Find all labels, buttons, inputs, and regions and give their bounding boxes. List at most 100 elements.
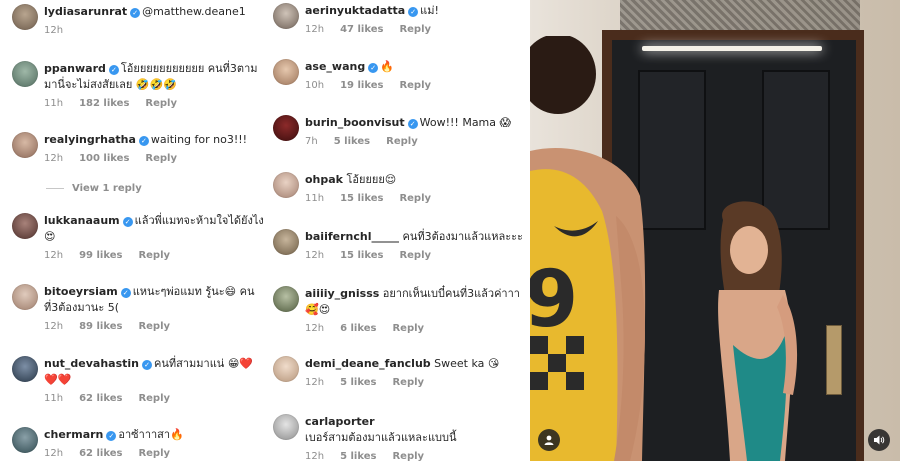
comment-username[interactable]: ohpak [305, 173, 343, 186]
reply-button[interactable]: Reply [392, 451, 424, 461]
like-count[interactable]: 89 likes [79, 321, 122, 332]
like-count[interactable]: 62 likes [79, 448, 122, 459]
comment-text: โอ้ยยยย😌 [346, 173, 397, 186]
comment-username[interactable]: aiiiiy_gnisss [305, 287, 379, 300]
like-count[interactable]: 5 likes [334, 136, 370, 147]
reply-button[interactable]: Reply [138, 448, 170, 459]
lattice-decor [620, 0, 860, 32]
comment-username[interactable]: lydiasarunrat [44, 5, 127, 18]
comment-username[interactable]: carlaporter [305, 415, 375, 428]
avatar[interactable] [273, 286, 299, 312]
reply-button[interactable]: Reply [386, 136, 418, 147]
comment-time: 12h [305, 24, 325, 35]
comment-time: 10h [305, 80, 325, 91]
avatar[interactable] [12, 213, 38, 239]
post-photo[interactable]: 9 [530, 0, 900, 461]
comment-username[interactable]: aerinyuktadatta [305, 4, 405, 17]
like-count[interactable]: 47 likes [340, 24, 383, 35]
like-count[interactable]: 5 likes [340, 451, 376, 461]
comment-text: Wow!!! Mama 😱 [419, 116, 511, 129]
verified-badge-icon: ✓ [138, 136, 149, 146]
comment-username[interactable]: realyingrhatha [44, 133, 136, 146]
reply-button[interactable]: Reply [145, 98, 177, 109]
avatar[interactable] [273, 356, 299, 382]
reply-button[interactable]: Reply [138, 393, 170, 404]
reply-button[interactable]: Reply [145, 153, 177, 164]
reply-button[interactable]: Reply [138, 321, 170, 332]
comment-username[interactable]: lukkanaaum [44, 214, 120, 227]
comment-time: 12h [305, 377, 325, 388]
avatar[interactable] [273, 3, 299, 29]
like-count[interactable]: 15 likes [340, 250, 383, 261]
like-count[interactable]: 6 likes [340, 323, 376, 334]
door-light [642, 46, 822, 51]
door-handle [826, 325, 842, 395]
woman-figure [718, 201, 798, 461]
verified-badge-icon: ✓ [142, 360, 153, 370]
avatar[interactable] [12, 284, 38, 310]
reply-button[interactable]: Reply [399, 193, 431, 204]
comment-username[interactable]: chermarn [44, 428, 103, 441]
comments-column-left: lydiasarunrat ✓ @matthew.deane1 12h ppanwa… [0, 0, 265, 461]
comment-text: คนที่3ต้องมาแล้วแหละะะ [402, 230, 523, 243]
avatar[interactable] [273, 115, 299, 141]
avatar[interactable] [12, 427, 38, 453]
comment-time: 11h [44, 98, 64, 109]
like-count[interactable]: 5 likes [340, 377, 376, 388]
reply-button[interactable]: Reply [399, 24, 431, 35]
comment-text: อาซ้าาาสา🔥 [118, 428, 184, 441]
comment-text: Sweet ka 😘 [434, 357, 500, 370]
reply-button[interactable]: Reply [399, 80, 431, 91]
comment-time: 11h [305, 193, 325, 204]
verified-badge-icon: ✓ [368, 63, 379, 73]
like-count[interactable]: 19 likes [340, 80, 383, 91]
comments-column-middle: aerinyuktadatta ✓ แม่! 12h 47 likes Reply as… [265, 0, 530, 461]
avatar[interactable] [273, 59, 299, 85]
reply-button[interactable]: Reply [138, 250, 170, 261]
verified-badge-icon: ✓ [108, 65, 119, 75]
reply-button[interactable]: Reply [399, 250, 431, 261]
verified-badge-icon: ✓ [122, 217, 133, 227]
like-count[interactable]: 182 likes [79, 98, 129, 109]
comment-time: 12h [44, 448, 64, 459]
comment-time: 12h [305, 451, 325, 461]
verified-badge-icon: ✓ [408, 7, 419, 17]
avatar[interactable] [12, 61, 38, 87]
comment-username[interactable]: demi_deane_fanclub [305, 357, 431, 370]
comment-time: 12h [305, 323, 325, 334]
avatar[interactable] [273, 229, 299, 255]
avatar[interactable] [12, 132, 38, 158]
avatar[interactable] [273, 414, 299, 440]
comment-time: 7h [305, 136, 318, 147]
view-replies-button[interactable]: View 1 reply [46, 183, 142, 194]
like-count[interactable]: 99 likes [79, 250, 122, 261]
like-count[interactable]: 62 likes [79, 393, 122, 404]
comment-username[interactable]: burin_boonvisut [305, 116, 405, 129]
comment-text: เบอร์สามต้องมาแล้วแหละแบบนี้ [305, 431, 457, 444]
comment-username[interactable]: ase_wang [305, 60, 365, 73]
tagged-users-button[interactable] [538, 429, 560, 451]
speaker-icon [874, 435, 885, 445]
mute-toggle-button[interactable] [868, 429, 890, 451]
comment-time: 12h [305, 250, 325, 261]
reply-button[interactable]: Reply [392, 323, 424, 334]
like-count[interactable]: 15 likes [340, 193, 383, 204]
like-count[interactable]: 100 likes [79, 153, 129, 164]
verified-badge-icon: ✓ [130, 8, 141, 18]
comment-username[interactable]: baiifernchl_____ [305, 230, 399, 243]
comment-time: 12h [44, 250, 64, 261]
jersey-number: 9 [530, 255, 578, 345]
comment-text: waiting for no3!!! [150, 133, 248, 146]
reply-button[interactable]: Reply [392, 377, 424, 388]
man-figure: 9 [530, 36, 646, 461]
comment-text: @matthew.deane1 [142, 5, 246, 18]
comment-text: 🔥 [380, 60, 394, 73]
avatar[interactable] [273, 172, 299, 198]
avatar[interactable] [12, 356, 38, 382]
comment-time: 12h [44, 321, 64, 332]
avatar[interactable] [12, 4, 38, 30]
comment-username[interactable]: bitoeyrsiam [44, 285, 118, 298]
comment-username[interactable]: nut_devahastin [44, 357, 139, 370]
comment-time: 12h [44, 25, 64, 36]
comment-username[interactable]: ppanward [44, 62, 106, 75]
